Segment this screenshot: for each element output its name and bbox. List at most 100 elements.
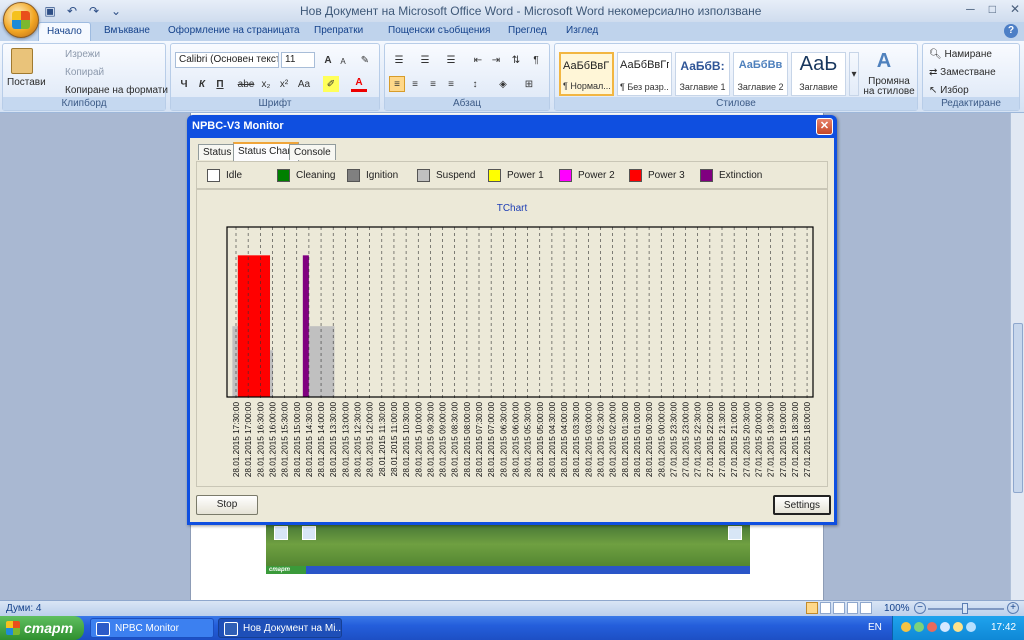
find-button[interactable]: 🔍︎ Намиране [929, 49, 992, 60]
tray-icon[interactable] [927, 622, 937, 632]
office-button[interactable] [3, 2, 39, 38]
multilevel-list-icon[interactable]: ☰ [441, 52, 461, 68]
help-icon[interactable]: ? [1004, 24, 1018, 38]
increase-indent-icon[interactable]: ⇥ [489, 52, 503, 68]
word-title-bar: Нов Документ на Microsoft Office Word - … [0, 0, 1024, 22]
tray-icon[interactable] [901, 622, 911, 632]
style-no-spacing[interactable]: АаБбВвГг, ¶ Без разр... [617, 52, 672, 96]
align-center-icon[interactable]: ≡ [407, 76, 423, 92]
copy-button[interactable]: Копирай [65, 67, 104, 78]
x-tick-label: 28.01.2015 11:30:00 [378, 402, 387, 477]
tab-status[interactable]: Status [198, 144, 237, 160]
start-button[interactable]: старт [0, 616, 84, 640]
style-normal[interactable]: АаБбВвГг, ¶ Нормал... [559, 52, 614, 96]
tab-review[interactable]: Преглед [508, 25, 547, 36]
paste-button[interactable]: Постави [7, 77, 46, 88]
vertical-scrollbar[interactable] [1010, 113, 1024, 600]
task-word-document[interactable]: Нов Документ на Mi... [218, 618, 342, 638]
maximize-icon[interactable]: □ [989, 2, 996, 16]
settings-button[interactable]: Settings [773, 495, 831, 515]
tab-console[interactable]: Console [289, 144, 336, 160]
draft-icon[interactable] [860, 602, 872, 614]
tab-references[interactable]: Препратки [314, 25, 363, 36]
underline-button[interactable]: П [213, 76, 227, 92]
minimize-icon[interactable]: ─ [966, 2, 975, 16]
outline-icon[interactable] [846, 602, 859, 614]
borders-icon[interactable]: ⊞ [519, 76, 539, 92]
bold-button[interactable]: Ч [177, 76, 191, 92]
web-layout-icon[interactable] [833, 602, 845, 614]
grow-font-button[interactable]: A [321, 52, 335, 68]
x-tick-label: 28.01.2015 16:30:00 [256, 402, 265, 478]
highlight-icon[interactable]: ✐ [323, 76, 339, 92]
font-color-icon[interactable]: A [351, 76, 367, 92]
tab-mailings[interactable]: Пощенски съобщения [388, 25, 490, 36]
style-preview: АаБбВв [738, 59, 783, 71]
tab-page-layout[interactable]: Оформление на страницата [168, 25, 300, 36]
numbering-icon[interactable]: ☰ [415, 52, 435, 68]
scrollbar-thumb[interactable] [1013, 323, 1023, 493]
tab-view[interactable]: Изглед [566, 25, 598, 36]
save-icon[interactable]: ▣ [42, 3, 58, 19]
clock[interactable]: 17:42 [991, 622, 1016, 633]
style-heading-2[interactable]: АаБбВв Заглавие 2 [733, 52, 788, 96]
tray-icon[interactable] [914, 622, 924, 632]
tab-home[interactable]: Начало [38, 22, 91, 41]
tray-icon[interactable] [940, 622, 950, 632]
zoom-level[interactable]: 100% [884, 603, 910, 614]
italic-button[interactable]: К [195, 76, 209, 92]
close-icon[interactable]: ✕ [816, 118, 833, 135]
word-count[interactable]: Думи: 4 [6, 603, 41, 614]
legend-item: Suspend [417, 169, 475, 182]
language-indicator[interactable]: EN [868, 622, 882, 633]
print-layout-icon[interactable] [806, 602, 818, 614]
cut-button[interactable]: Изрежи [65, 49, 100, 60]
format-painter-button[interactable]: Копиране на формати [65, 85, 168, 96]
select-button[interactable]: ↖ Избор [929, 85, 969, 96]
shrink-font-button[interactable]: A [337, 53, 349, 69]
zoom-in-icon[interactable]: + [1007, 602, 1019, 614]
decrease-indent-icon[interactable]: ⇤ [471, 52, 485, 68]
undo-icon[interactable]: ↶ [64, 3, 80, 19]
network-icon[interactable] [966, 622, 976, 632]
font-name-combo[interactable]: Calibri (Основен текст) [175, 52, 279, 68]
shading-icon[interactable]: ◈ [493, 76, 513, 92]
speaker-icon[interactable] [953, 622, 963, 632]
stop-button[interactable]: Stop [196, 495, 258, 515]
change-case-button[interactable]: Aa [295, 76, 313, 92]
npbc-app-icon [96, 622, 110, 636]
style-preview: АаЬ [799, 53, 838, 75]
line-spacing-icon[interactable]: ↕ [465, 76, 485, 92]
zoom-slider-thumb[interactable] [962, 603, 968, 614]
styles-group: АаБбВвГг, ¶ Нормал... АаБбВвГг, ¶ Без разр… [554, 43, 918, 111]
bullets-icon[interactable]: ☰ [389, 52, 409, 68]
replace-button[interactable]: ⇄ Заместване [929, 67, 996, 78]
style-heading-1[interactable]: АаБбВ: Заглавие 1 [675, 52, 730, 96]
paragraph-label: Абзац [385, 97, 549, 110]
status-chart[interactable]: 28.01.2015 17:30:00 28.01.2015 17:00:00 28… [197, 190, 827, 486]
align-left-icon[interactable]: ≡ [389, 76, 405, 92]
qat-more-icon[interactable]: ⌄ [108, 3, 124, 19]
redo-icon[interactable]: ↷ [86, 3, 102, 19]
clear-format-icon[interactable]: ✎ [357, 52, 373, 68]
pilcrow-icon[interactable]: ¶ [529, 52, 543, 68]
zoom-out-icon[interactable]: − [914, 602, 926, 614]
font-size-combo[interactable]: 11 [281, 52, 315, 68]
x-tick-label: 28.01.2015 16:00:00 [268, 402, 277, 478]
task-npbc-monitor[interactable]: NPBC Monitor [90, 618, 214, 638]
justify-icon[interactable]: ≡ [443, 76, 459, 92]
superscript-button[interactable]: x² [277, 76, 291, 92]
style-title[interactable]: АаЬ Заглавие [791, 52, 846, 96]
change-styles-button[interactable]: Промяна на стилове [863, 77, 915, 97]
strikethrough-button[interactable]: abe [237, 76, 255, 92]
subscript-button[interactable]: x₂ [259, 76, 273, 92]
full-screen-icon[interactable] [819, 602, 832, 614]
close-icon[interactable]: ✕ [1010, 2, 1020, 16]
legend-swatch [347, 169, 360, 182]
sort-icon[interactable]: ⇅ [509, 52, 523, 68]
tab-insert[interactable]: Вмъкване [104, 25, 150, 36]
align-right-icon[interactable]: ≡ [425, 76, 441, 92]
x-tick-label: 28.01.2015 05:00:00 [536, 402, 545, 478]
styles-scroll-icon[interactable]: ▾ [849, 52, 859, 96]
x-tick-label: 28.01.2015 10:00:00 [414, 402, 423, 478]
